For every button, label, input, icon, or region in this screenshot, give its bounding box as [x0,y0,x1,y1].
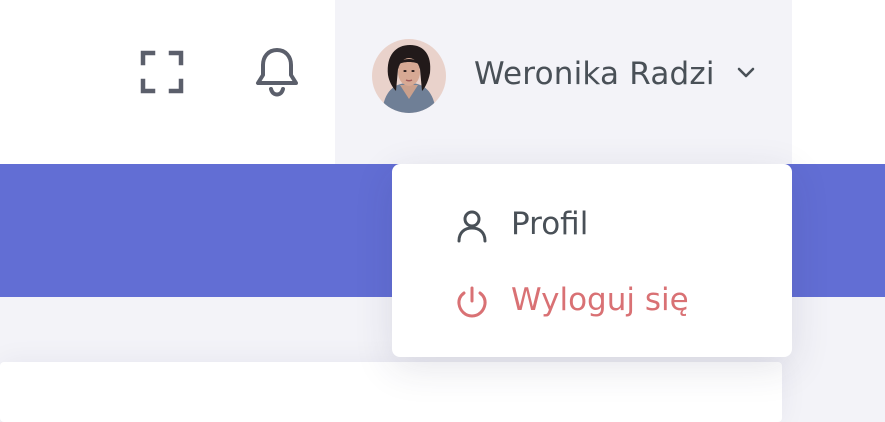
fullscreen-button[interactable] [132,42,192,102]
user-icon [457,210,487,243]
dropdown-item-label: Profil [511,206,589,242]
dropdown-item-logout[interactable]: Wyloguj się [392,270,792,330]
user-name[interactable]: Weronika Radzi [474,52,715,96]
user-avatar[interactable] [372,39,446,113]
fullscreen-icon [140,50,184,94]
dropdown-item-label: Wyloguj się [511,282,689,318]
power-icon [457,286,487,318]
chevron-down-icon[interactable] [733,60,759,86]
dropdown-item-profile[interactable]: Profil [392,194,792,254]
content-card [0,362,782,422]
bell-icon [256,48,298,97]
notifications-button[interactable] [247,42,307,102]
